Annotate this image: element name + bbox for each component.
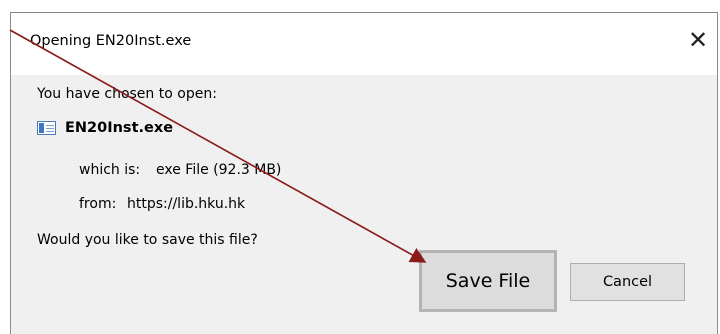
intro-text: You have chosen to open: bbox=[37, 86, 217, 102]
file-source-value: https://lib.hku.hk bbox=[127, 196, 246, 212]
file-type-label: which is: bbox=[79, 162, 141, 178]
close-icon[interactable]: ✕ bbox=[683, 25, 713, 55]
save-question: Would you like to save this file? bbox=[37, 232, 258, 248]
exe-file-icon bbox=[37, 121, 56, 135]
file-name: EN20Inst.exe bbox=[65, 120, 174, 136]
dialog-titlebar: Opening EN20Inst.exe ✕ bbox=[11, 13, 717, 75]
save-file-button[interactable]: Save File bbox=[419, 250, 557, 312]
file-source-label: from: bbox=[79, 196, 117, 212]
cancel-button[interactable]: Cancel bbox=[570, 263, 685, 301]
file-type-value: exe File (92.3 MB) bbox=[156, 162, 282, 178]
dialog-title: Opening EN20Inst.exe bbox=[30, 33, 192, 49]
